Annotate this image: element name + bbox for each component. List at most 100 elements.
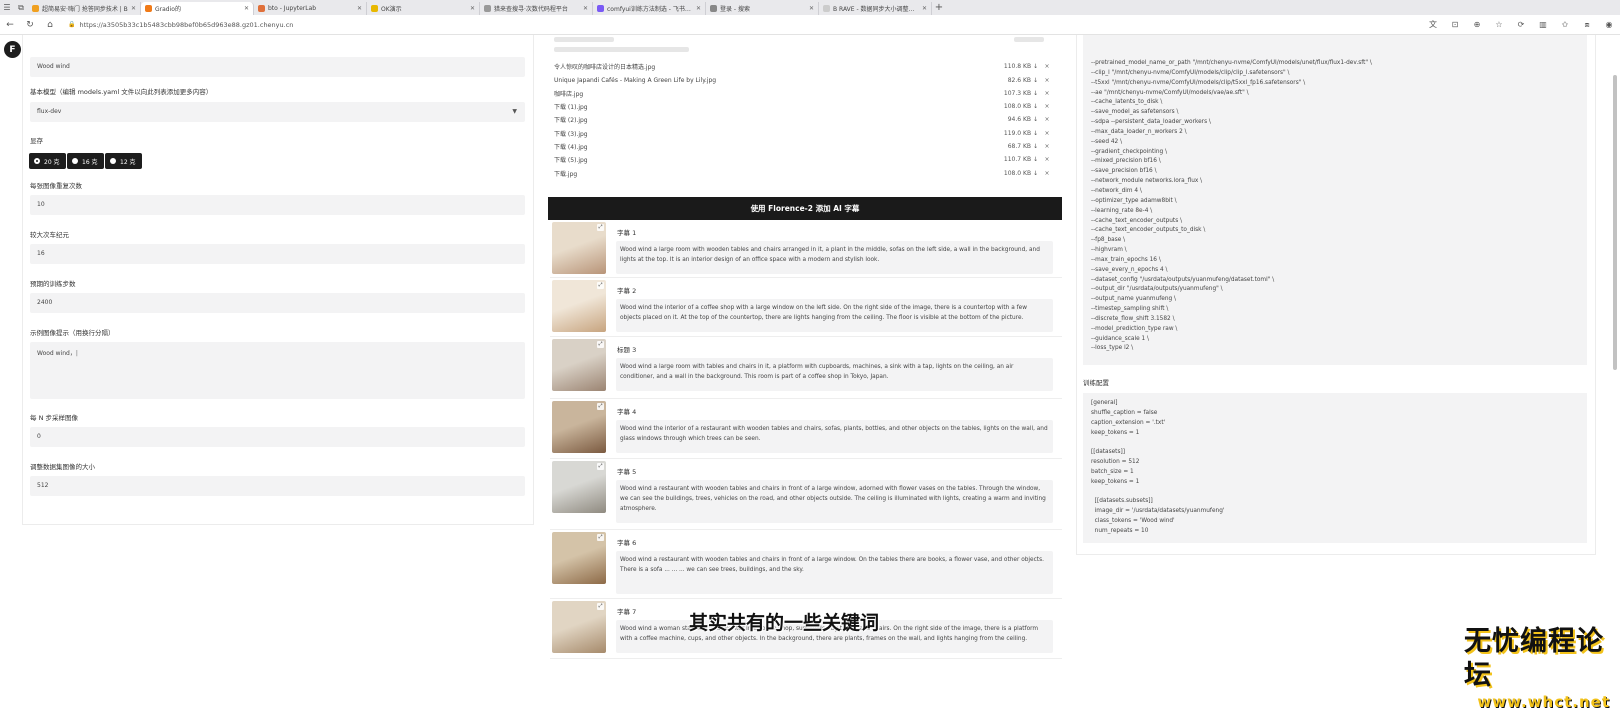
remove-file-icon[interactable]: ×	[1038, 143, 1056, 150]
file-name[interactable]: 令人惊叹的咖啡店设计的日本精选.jpg	[554, 62, 988, 71]
repeat-input[interactable]: 10	[30, 195, 525, 215]
file-size[interactable]: 82.6 KB ↓	[988, 77, 1038, 84]
caption-thumbnail[interactable]: ⤢	[552, 461, 606, 513]
remove-file-icon[interactable]: ×	[1038, 63, 1056, 70]
window-menu-icon[interactable]: ☰	[0, 0, 14, 15]
vram-option-16g[interactable]: 16 克	[67, 153, 104, 169]
vram-option-12g[interactable]: 12 克	[105, 153, 142, 169]
file-name[interactable]: 下载 (4).jpg	[554, 142, 988, 151]
file-name[interactable]: 下载 (2).jpg	[554, 115, 988, 124]
caption-label: 字幕 4	[617, 408, 637, 416]
tab-actions-icon[interactable]: ⧉	[14, 0, 28, 15]
file-name[interactable]: 下载 (1).jpg	[554, 102, 988, 111]
browser-tab[interactable]: comfyui训练方法制选 - 飞书云文 ✕	[593, 2, 706, 15]
star-icon[interactable]: ☆	[1488, 15, 1510, 35]
browser-tab[interactable]: 登录 - 搜索 ✕	[706, 2, 819, 15]
file-name[interactable]: 咖啡店.jpg	[554, 89, 988, 98]
file-row: Unique Japandi Cafés - Making A Green Li…	[554, 73, 1056, 87]
close-icon[interactable]: ✕	[809, 5, 814, 12]
base-model-dropdown[interactable]: flux-dev ▼	[30, 102, 525, 122]
expand-icon[interactable]: ⤢	[597, 534, 604, 541]
expand-icon[interactable]: ⤢	[597, 341, 604, 348]
close-icon[interactable]: ✕	[922, 5, 927, 12]
remove-file-icon[interactable]: ×	[1038, 156, 1056, 163]
remove-file-icon[interactable]: ×	[1038, 170, 1056, 177]
remove-file-icon[interactable]: ×	[1038, 103, 1056, 110]
expand-icon[interactable]: ⤢	[597, 403, 604, 410]
steps-input[interactable]: 2400	[30, 293, 525, 313]
remove-file-icon[interactable]: ×	[1038, 116, 1056, 123]
reload-icon[interactable]: ↻	[20, 15, 40, 35]
new-tab-button[interactable]: +	[932, 2, 946, 13]
sample-every-input[interactable]: 0	[30, 427, 525, 447]
caption-textarea[interactable]: Wood wind a restaurant with wooden table…	[616, 551, 1053, 594]
favorites-icon[interactable]: ✩	[1554, 15, 1576, 35]
caption-thumbnail[interactable]: ⤢	[552, 222, 606, 274]
vram-option-20g[interactable]: 20 克	[29, 153, 66, 169]
close-icon[interactable]: ✕	[583, 5, 588, 12]
epochs-label: 较大次车纪元	[30, 231, 69, 239]
close-icon[interactable]: ✕	[244, 5, 249, 12]
remove-file-icon[interactable]: ×	[1038, 77, 1056, 84]
close-icon[interactable]: ✕	[131, 5, 136, 12]
caption-textarea[interactable]: Wood wind the interior of a restaurant w…	[616, 420, 1053, 453]
file-size[interactable]: 107.3 KB ↓	[988, 90, 1038, 97]
caption-thumbnail[interactable]: ⤢	[552, 280, 606, 332]
browser-tab[interactable]: 猎来查搜寻·次数代码程平台 ✕	[480, 2, 593, 15]
caption-thumbnail[interactable]: ⤢	[552, 401, 606, 453]
file-size[interactable]: 94.6 KB ↓	[988, 116, 1038, 123]
close-icon[interactable]: ✕	[696, 5, 701, 12]
browser-tab[interactable]: bto - JupyterLab ✕	[254, 2, 367, 15]
file-size[interactable]: 108.0 KB ↓	[988, 170, 1038, 177]
browser-tab[interactable]: Gradio的 ✕	[141, 2, 254, 15]
resize-input[interactable]: 512	[30, 476, 525, 496]
sample-prompt-textarea[interactable]: Wood wind，|	[30, 342, 525, 399]
epochs-input[interactable]: 16	[30, 244, 525, 264]
caption-textarea[interactable]: Wood wind a large room with wooden table…	[616, 241, 1053, 274]
caption-thumbnail[interactable]: ⤢	[552, 601, 606, 653]
refresh-icon[interactable]: ⟳	[1510, 15, 1532, 35]
caption-label: 字幕 7	[617, 608, 637, 616]
caption-thumbnail[interactable]: ⤢	[552, 339, 606, 391]
caption-thumbnail[interactable]: ⤢	[552, 532, 606, 584]
zoom-icon[interactable]: ⊕	[1466, 15, 1488, 35]
file-name[interactable]: Unique Japandi Cafés - Making A Green Li…	[554, 77, 988, 84]
remove-file-icon[interactable]: ×	[1038, 130, 1056, 137]
home-icon[interactable]: ⌂	[40, 15, 60, 35]
file-size[interactable]: 110.8 KB ↓	[988, 63, 1038, 70]
caption-textarea[interactable]: Wood wind a restaurant with wooden table…	[616, 480, 1053, 523]
url-field[interactable]: 🔒 https://a3505b33c1b5483cbb98bef0b65d96…	[68, 18, 1368, 32]
file-name[interactable]: 下载.jpg	[554, 169, 988, 178]
translate-icon[interactable]: 文	[1422, 15, 1444, 35]
tab-favicon-icon	[145, 5, 152, 12]
caption-textarea[interactable]: Wood wind a large room with tables and c…	[616, 358, 1053, 391]
split-view-icon[interactable]: ▥	[1532, 15, 1554, 35]
caption-textarea[interactable]: Wood wind the interior of a coffee shop …	[616, 299, 1053, 332]
close-icon[interactable]: ✕	[357, 5, 362, 12]
profile-icon[interactable]: ◉	[1598, 15, 1620, 35]
file-size[interactable]: 108.0 KB ↓	[988, 103, 1038, 110]
browser-tab[interactable]: OK演示 ✕	[367, 2, 480, 15]
browser-tab[interactable]: 超简易安·嗨门 抢答同步技术 | B ✕	[28, 2, 141, 15]
expand-icon[interactable]: ⤢	[597, 282, 604, 289]
training-command-textarea[interactable]: --pretrained_model_name_or_path "/mnt/ch…	[1083, 35, 1587, 365]
collections-icon[interactable]: ⧈	[1576, 15, 1598, 35]
file-name[interactable]: 下载 (3).jpg	[554, 129, 988, 138]
remove-file-icon[interactable]: ×	[1038, 90, 1056, 97]
florence-caption-button[interactable]: 使用 Florence-2 添加 AI 字幕	[548, 197, 1062, 220]
back-icon[interactable]: ←	[0, 15, 20, 35]
screenshot-icon[interactable]: ⊡	[1444, 15, 1466, 35]
browser-tab[interactable]: B RAVE - 数据同步大小调整应用 ✕	[819, 2, 932, 15]
expand-icon[interactable]: ⤢	[597, 603, 604, 610]
trigger-word-input[interactable]: Wood wind	[30, 57, 525, 77]
file-size[interactable]: 110.7 KB ↓	[988, 156, 1038, 163]
expand-icon[interactable]: ⤢	[597, 224, 604, 231]
file-size[interactable]: 68.7 KB ↓	[988, 143, 1038, 150]
file-size[interactable]: 119.0 KB ↓	[988, 130, 1038, 137]
page-scrollbar[interactable]	[1613, 75, 1617, 370]
close-icon[interactable]: ✕	[470, 5, 475, 12]
expand-icon[interactable]: ⤢	[597, 463, 604, 470]
address-bar: ← ↻ ⌂ 🔒 https://a3505b33c1b5483cbb98bef0…	[0, 15, 1620, 35]
training-config-textarea[interactable]: [general] shuffle_caption = false captio…	[1083, 393, 1587, 543]
file-name[interactable]: 下载 (5).jpg	[554, 155, 988, 164]
